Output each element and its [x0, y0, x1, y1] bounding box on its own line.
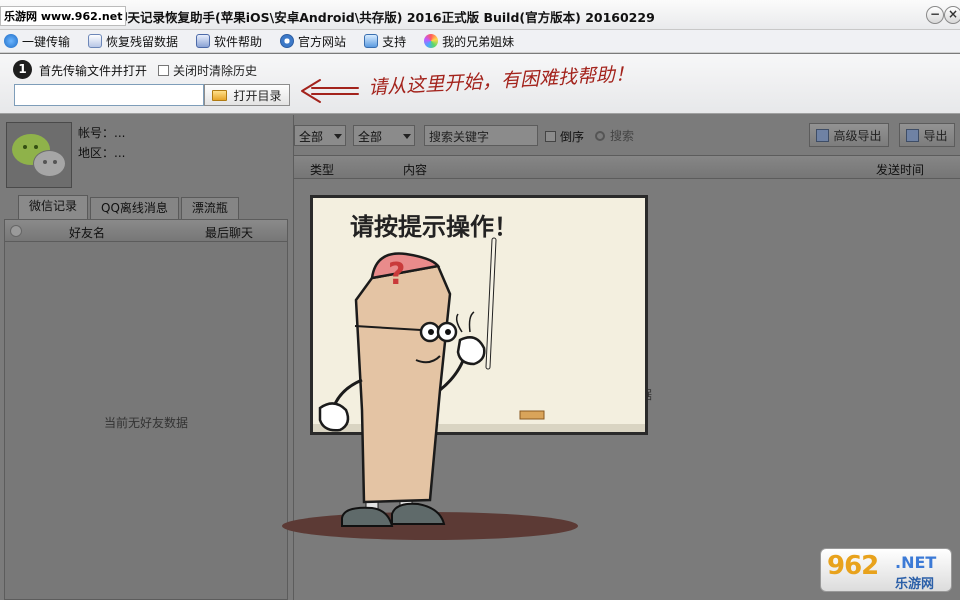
- record-tabs: 微信记录 QQ离线消息 漂流瓶: [18, 195, 241, 219]
- step-label: 首先传输文件并打开: [39, 64, 148, 78]
- checkbox-box[interactable]: [545, 131, 556, 142]
- reverse-order-checkbox[interactable]: 倒序: [545, 128, 584, 145]
- message-list-header: 类型 内容 发送时间: [294, 155, 960, 179]
- export-label: 导出: [923, 128, 948, 143]
- window-title: 微信聊天记录恢复助手(苹果iOS\安卓Android\共存版) 2016正式版 …: [90, 10, 655, 25]
- logo-net: .NET: [895, 553, 937, 572]
- chevron-down-icon: [403, 134, 411, 139]
- advanced-export-label: 高级导出: [833, 128, 882, 143]
- keyword-search-input[interactable]: 搜索关键字: [424, 125, 538, 146]
- menu-bar: 一键传输 恢复残留数据 软件帮助 官方网站 支持 我的兄弟姐妹: [0, 30, 960, 53]
- menu-item-transfer[interactable]: 一键传输: [4, 33, 70, 50]
- menu-item-label: 官方网站: [298, 34, 347, 49]
- search-icon: [595, 130, 605, 141]
- column-content[interactable]: 内容: [403, 161, 427, 178]
- empty-friend-text: 当前无好友数据: [103, 416, 188, 430]
- column-last-chat[interactable]: 最后聊天: [205, 224, 253, 241]
- hint-arrow-icon: [301, 79, 359, 103]
- file-path-input[interactable]: [14, 84, 204, 106]
- folder-icon: [212, 89, 228, 101]
- menu-item-label: 软件帮助: [214, 34, 263, 49]
- menu-item-help[interactable]: 软件帮助: [196, 33, 262, 50]
- account-label: 帐号：...: [78, 126, 126, 140]
- reverse-order-label: 倒序: [560, 130, 585, 144]
- restore-icon: [88, 34, 103, 48]
- site-logo-watermark: 962 .NET 乐游网: [820, 548, 952, 592]
- board-text: 请按提示操作！: [350, 212, 518, 241]
- menu-item-siblings[interactable]: 我的兄弟姐妹: [424, 33, 514, 50]
- title-bar: 微信聊天记录恢复助手(苹果iOS\安卓Android\共存版) 2016正式版 …: [0, 0, 960, 30]
- open-directory-label: 打开目录: [233, 88, 282, 103]
- question-mark-icon: ?: [388, 257, 405, 292]
- site-watermark: 乐游网 www.962.net: [0, 6, 127, 26]
- menu-item-label: 我的兄弟姐妹: [442, 34, 515, 49]
- type-select[interactable]: 全部: [294, 125, 346, 146]
- mascot-illustration: ?: [282, 252, 578, 540]
- column-type[interactable]: 类型: [310, 161, 334, 178]
- search-label: 搜索: [610, 129, 635, 143]
- support-icon: [364, 34, 379, 48]
- website-icon: [280, 34, 295, 48]
- column-send-time[interactable]: 发送时间: [876, 161, 924, 178]
- clear-history-checkbox[interactable]: 关闭时清除历史: [158, 62, 257, 79]
- type-select-value: 全部: [299, 130, 324, 144]
- friend-list-header: 好友名 最后聊天: [4, 219, 288, 242]
- column-friend-name[interactable]: 好友名: [69, 224, 105, 241]
- tab-wechat-records[interactable]: 微信记录: [18, 195, 89, 219]
- transfer-icon: [4, 34, 18, 48]
- open-directory-button[interactable]: 打开目录: [204, 84, 290, 106]
- wechat-bubble-icon: [33, 150, 66, 177]
- menu-item-label: 恢复残留数据: [106, 34, 179, 49]
- menu-item-restore[interactable]: 恢复残留数据: [88, 33, 178, 50]
- checkbox-box[interactable]: [158, 65, 169, 76]
- left-panel: 帐号：... 地区：... 微信记录 QQ离线消息 漂流瓶 好友名 最后聊天 当…: [0, 115, 293, 600]
- wechat-avatar: [6, 122, 72, 188]
- tab-drift-bottle[interactable]: 漂流瓶: [180, 197, 239, 219]
- refresh-icon[interactable]: [10, 225, 22, 237]
- menu-item-support[interactable]: 支持: [364, 33, 406, 50]
- help-icon: [196, 34, 211, 48]
- menu-item-website[interactable]: 官方网站: [280, 33, 346, 50]
- region-label: 地区：...: [78, 146, 126, 160]
- search-button[interactable]: 搜索: [595, 125, 634, 146]
- logo-site-name: 乐游网: [895, 577, 935, 592]
- step-number-badge: 1: [13, 60, 32, 79]
- menu-item-label: 支持: [382, 34, 407, 49]
- range-select[interactable]: 全部: [353, 125, 415, 146]
- friend-list[interactable]: 当前无好友数据: [4, 242, 288, 600]
- siblings-icon: [424, 34, 439, 48]
- export-button[interactable]: 导出: [899, 123, 955, 147]
- advanced-export-button[interactable]: 高级导出: [809, 123, 889, 147]
- menu-item-label: 一键传输: [22, 34, 71, 49]
- chevron-down-icon: [334, 134, 342, 139]
- minimize-button[interactable]: −: [926, 6, 944, 24]
- advanced-export-icon: [816, 128, 830, 142]
- tab-qq-offline[interactable]: QQ离线消息: [90, 197, 179, 219]
- close-button[interactable]: ×: [944, 6, 960, 24]
- logo-number: 962: [827, 551, 879, 581]
- checkbox-label: 关闭时清除历史: [173, 64, 258, 78]
- export-icon: [906, 128, 920, 142]
- range-select-value: 全部: [358, 130, 383, 144]
